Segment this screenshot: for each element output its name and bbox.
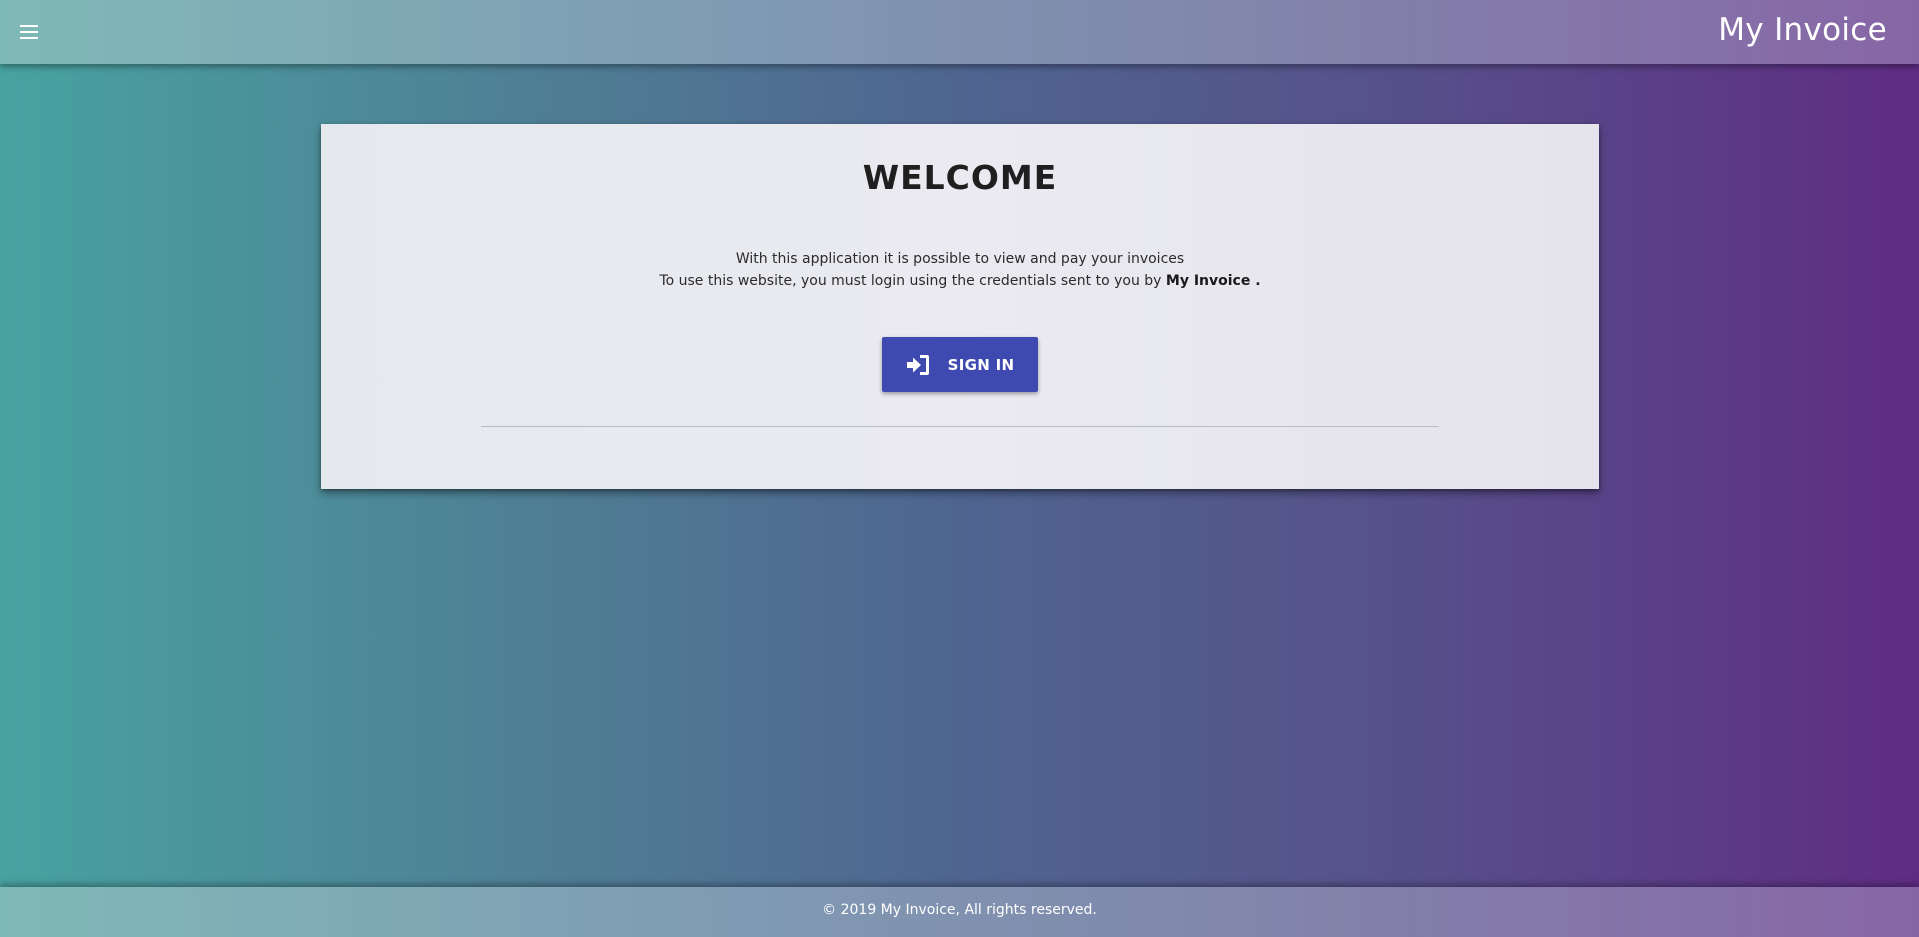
welcome-card: WELCOME With this application it is poss… xyxy=(321,124,1599,489)
brand-name: My Invoice . xyxy=(1165,273,1261,289)
intro-line-2: To use this website, you must login usin… xyxy=(321,270,1599,292)
divider xyxy=(481,426,1439,427)
sign-in-icon xyxy=(906,354,929,375)
intro-line-2-text: To use this website, you must login usin… xyxy=(659,273,1166,289)
sign-in-label: SIGN IN xyxy=(947,355,1015,374)
top-app-bar: My Invoice xyxy=(0,0,1919,64)
intro-text: With this application it is possible to … xyxy=(321,248,1599,292)
intro-line-1: With this application it is possible to … xyxy=(735,251,1185,267)
hamburger-menu-icon[interactable] xyxy=(18,22,42,42)
app-title: My Invoice xyxy=(1718,12,1887,48)
welcome-heading: WELCOME xyxy=(862,158,1058,197)
copyright-text: © 2019 My Invoice, All rights reserved. xyxy=(822,902,1097,918)
sign-in-button[interactable]: SIGN IN xyxy=(882,337,1038,392)
footer: © 2019 My Invoice, All rights reserved. xyxy=(0,887,1919,937)
